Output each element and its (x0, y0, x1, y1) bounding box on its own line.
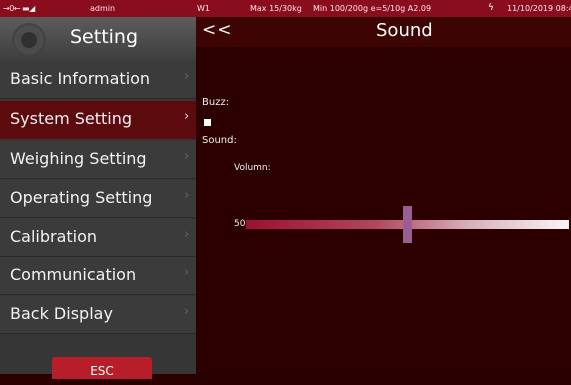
buzz-checkbox[interactable] (204, 119, 211, 126)
sidebar-header: Setting (0, 17, 196, 61)
sidebar-item-label: Weighing Setting (10, 149, 147, 168)
status-indicator-icons: →0← ▬◢ (3, 4, 35, 13)
sidebar-item-label: Basic Information (10, 69, 151, 88)
sidebar: Setting Basic Information › System Setti… (0, 17, 196, 379)
sidebar-item-back-display[interactable]: Back Display › (0, 296, 196, 334)
min-capacity: Min 100/200g e=5/10g A2.09 (313, 4, 432, 13)
sidebar-item-calibration[interactable]: Calibration › (0, 219, 196, 257)
user-name: admin (90, 4, 116, 13)
chevron-right-icon: › (184, 304, 190, 319)
chevron-right-icon: › (184, 69, 190, 84)
sound-label: Sound: (202, 135, 237, 146)
gear-icon (12, 23, 46, 57)
chevron-right-icon: › (184, 227, 190, 242)
page-title: Sound (376, 20, 433, 41)
chevron-right-icon: › (184, 265, 190, 280)
sidebar-item-label: Operating Setting (10, 188, 153, 207)
sidebar-item-weighing-setting[interactable]: Weighing Setting › (0, 141, 196, 179)
sidebar-item-label: Back Display (10, 304, 113, 323)
esc-button[interactable]: ESC (52, 357, 152, 379)
volume-label: Volumn: (234, 163, 271, 173)
chevron-right-icon: › (184, 149, 190, 164)
sidebar-item-label: Calibration (10, 227, 98, 246)
chevron-right-icon: › (184, 188, 190, 203)
chevron-right-icon: › (184, 109, 190, 124)
volume-slider-thumb[interactable] (403, 206, 412, 243)
buzz-label: Buzz: (202, 97, 230, 108)
sidebar-item-basic-information[interactable]: Basic Information › (0, 61, 196, 99)
sidebar-item-label: Communication (10, 265, 137, 284)
sidebar-item-communication[interactable]: Communication › (0, 257, 196, 295)
datetime: 11/10/2019 08:4 (507, 4, 571, 13)
sidebar-item-operating-setting[interactable]: Operating Setting › (0, 180, 196, 218)
back-button[interactable]: << (202, 20, 233, 40)
lightning-icon: ϟ (488, 3, 494, 13)
max-capacity: Max 15/30kg (250, 4, 302, 13)
main-header: << Sound (196, 17, 571, 47)
volume-value: 50 (234, 219, 246, 229)
main-panel: << Sound Buzz: Sound: Volumn: 50 (196, 17, 571, 374)
scale-id: W1 (197, 4, 210, 13)
status-bar: →0← ▬◢ admin W1 Max 15/30kg Min 100/200g… (0, 0, 571, 17)
sidebar-title: Setting (70, 26, 139, 48)
sidebar-item-label: System Setting (10, 109, 133, 128)
sidebar-item-system-setting[interactable]: System Setting › (0, 101, 196, 139)
